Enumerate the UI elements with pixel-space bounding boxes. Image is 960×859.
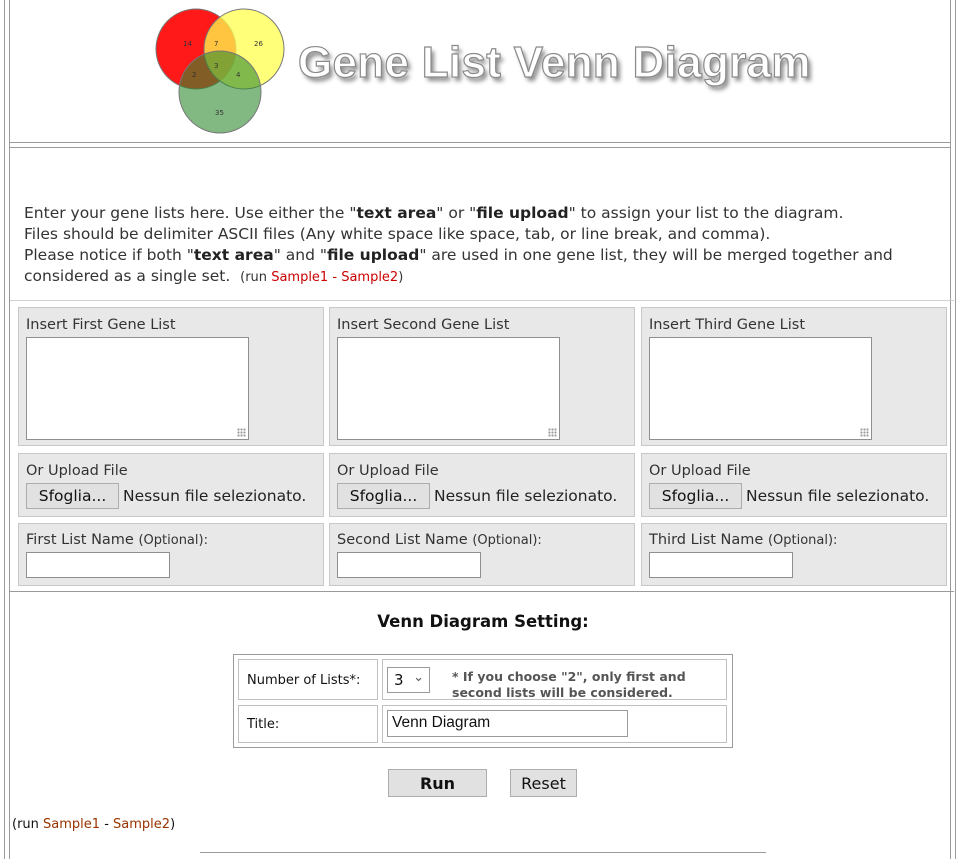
bottom-run-samples: (run Sample1 - Sample2) [12, 817, 175, 832]
venn-logo-icon: 14 7 26 3 2 4 35 [155, 8, 285, 134]
bottom-run-close: ) [170, 817, 176, 832]
third-list-textarea-cell: Insert Third Gene List [641, 307, 947, 446]
venn-label-bc: 4 [236, 71, 241, 79]
third-upload-label: Or Upload File [649, 463, 751, 479]
number-of-lists-value: 3 [394, 671, 404, 689]
first-upload-label: Or Upload File [26, 463, 128, 479]
third-list-textarea-label: Insert Third Gene List [649, 317, 806, 333]
number-of-lists-label-cell: Number of Lists*: [238, 659, 378, 700]
bottom-run-open: (run [12, 817, 39, 832]
title-label-cell: Title: [238, 705, 378, 743]
page: 14 7 26 3 2 4 35 Gene List Venn Diagram … [0, 0, 960, 859]
settings-heading: Venn Diagram Setting: [377, 612, 589, 631]
venn-label-ab: 7 [214, 40, 218, 48]
chevron-down-icon: ⌄ [413, 670, 424, 685]
intro-sample1-link[interactable]: Sample1 [271, 270, 328, 285]
first-list-name-cell: First List Name (Optional): [18, 523, 324, 586]
first-list-name-label: First List Name (Optional): [26, 532, 208, 548]
second-list-name-input[interactable] [337, 552, 481, 578]
intro-run-dash: - [332, 270, 338, 285]
first-list-name-optional: (Optional): [138, 533, 208, 548]
intro-text-3a: Please notice if both " [24, 246, 194, 264]
second-list-name-optional: (Optional): [472, 533, 542, 548]
third-list-name-text: Third List Name [649, 532, 764, 548]
gene-list-form: Insert First Gene List Insert Second Gen… [10, 300, 954, 592]
reset-button[interactable]: Reset [510, 769, 577, 797]
third-list-name-cell: Third List Name (Optional): [641, 523, 947, 586]
first-list-upload-cell: Or Upload File Sfoglia... Nessun file se… [18, 453, 324, 517]
settings-table: Number of Lists*: 3 ⌄ * If you choose "2… [233, 654, 733, 748]
intro-emph-file-upload-2: file upload [326, 246, 420, 264]
second-gene-list-textarea[interactable] [337, 337, 560, 440]
venn-label-abc: 3 [214, 62, 218, 70]
intro-sample2-link[interactable]: Sample2 [341, 270, 398, 285]
bottom-run-dash: - [104, 817, 109, 832]
intro-line-1: Enter your gene lists here. Use either t… [24, 203, 944, 224]
first-list-textarea-label: Insert First Gene List [26, 317, 176, 333]
app-title: Gene List Venn Diagram [297, 37, 811, 87]
first-list-name-text: First List Name [26, 532, 134, 548]
second-browse-button[interactable]: Sfoglia... [337, 483, 430, 509]
bottom-sample1-link[interactable]: Sample1 [43, 817, 100, 832]
intro-emph-file-upload: file upload [476, 204, 569, 222]
second-list-name-label: Second List Name (Optional): [337, 532, 542, 548]
second-file-status: Nessun file selezionato. [434, 487, 618, 505]
title-input[interactable]: Venn Diagram [387, 710, 628, 737]
intro-line-3: Please notice if both "text area" and "f… [24, 245, 944, 288]
second-list-name-text: Second List Name [337, 532, 468, 548]
intro-run-open: (run [240, 270, 268, 285]
intro-text-1a: Enter your gene lists here. Use either t… [24, 204, 357, 222]
intro-emph-text-area: text area [356, 204, 437, 222]
venn-label-c: 35 [215, 109, 224, 117]
resize-grip-icon[interactable] [548, 428, 557, 437]
second-list-textarea-cell: Insert Second Gene List [329, 307, 635, 446]
number-of-lists-cell: 3 ⌄ * If you choose "2", only first and … [382, 659, 727, 700]
number-of-lists-note: * If you choose "2", only first and seco… [452, 669, 686, 700]
intro-emph-text-area-2: text area [193, 246, 274, 264]
venn-circle-green [178, 50, 262, 134]
resize-grip-icon[interactable] [237, 428, 246, 437]
first-gene-list-textarea[interactable] [26, 337, 249, 440]
header-divider [10, 142, 950, 148]
intro-text: Enter your gene lists here. Use either t… [24, 203, 944, 288]
intro-run-samples: (run Sample1 - Sample2) [240, 270, 403, 285]
second-list-upload-cell: Or Upload File Sfoglia... Nessun file se… [329, 453, 635, 517]
intro-run-close: ) [398, 270, 404, 285]
third-list-upload-cell: Or Upload File Sfoglia... Nessun file se… [641, 453, 947, 517]
second-list-name-cell: Second List Name (Optional): [329, 523, 635, 586]
intro-line-2: Files should be delimiter ASCII files (A… [24, 225, 771, 243]
second-upload-label: Or Upload File [337, 463, 439, 479]
intro-text-1c: " to assign your list to the diagram. [568, 204, 844, 222]
third-gene-list-textarea[interactable] [649, 337, 872, 440]
first-browse-button[interactable]: Sfoglia... [26, 483, 119, 509]
run-button[interactable]: Run [388, 769, 487, 797]
third-file-status: Nessun file selezionato. [746, 487, 930, 505]
number-of-lists-label: Number of Lists*: [247, 673, 361, 688]
intro-text-1b: " or " [436, 204, 477, 222]
third-list-name-input[interactable] [649, 552, 793, 578]
title-label: Title: [247, 717, 280, 732]
intro-text-3b: " and " [273, 246, 327, 264]
first-list-name-input[interactable] [26, 552, 170, 578]
venn-label-a: 14 [183, 40, 192, 48]
second-list-textarea-label: Insert Second Gene List [337, 317, 510, 333]
resize-grip-icon[interactable] [860, 428, 869, 437]
venn-label-ac: 2 [192, 71, 196, 79]
first-file-status: Nessun file selezionato. [123, 487, 307, 505]
title-input-cell: Venn Diagram [382, 705, 727, 743]
bottom-divider [200, 852, 766, 853]
first-list-textarea-cell: Insert First Gene List [18, 307, 324, 446]
third-list-name-optional: (Optional): [767, 533, 838, 548]
number-of-lists-select[interactable]: 3 ⌄ [387, 667, 430, 693]
venn-label-b: 26 [254, 40, 263, 48]
third-list-name-label: Third List Name (Optional): [649, 532, 837, 548]
bottom-sample2-link[interactable]: Sample2 [113, 817, 170, 832]
third-browse-button[interactable]: Sfoglia... [649, 483, 742, 509]
